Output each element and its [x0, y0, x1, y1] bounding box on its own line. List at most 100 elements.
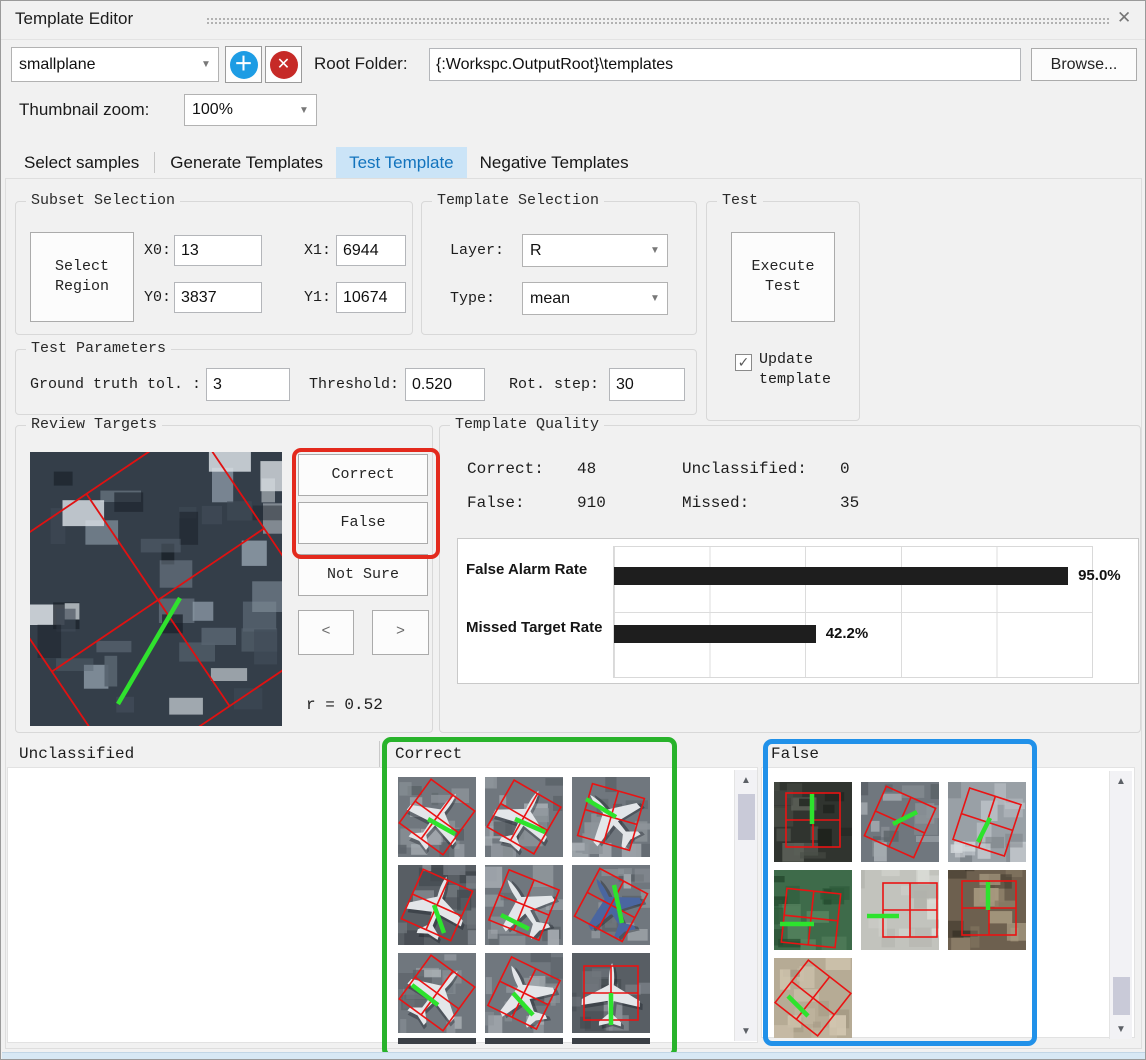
- scroll-up-icon[interactable]: ▲: [1110, 771, 1132, 791]
- classify-false-button[interactable]: False: [298, 502, 428, 544]
- delete-x-icon: ✕: [270, 51, 298, 79]
- plus-icon: ＋: [230, 51, 258, 79]
- y1-input[interactable]: [336, 282, 406, 313]
- correct-thumbnail[interactable]: [398, 865, 476, 945]
- close-icon[interactable]: ✕: [1117, 8, 1131, 28]
- false-thumbnail[interactable]: [861, 870, 939, 950]
- y0-label: Y0:: [144, 289, 171, 306]
- correct-thumbnail[interactable]: [398, 777, 476, 857]
- review-targets-group: Review Targets Correct False Not Sure < …: [15, 425, 433, 733]
- rot-step-label: Rot. step:: [509, 376, 599, 393]
- x1-input[interactable]: [336, 235, 406, 266]
- correct-thumbnail[interactable]: [398, 953, 476, 1033]
- review-targets-title: Review Targets: [26, 416, 162, 433]
- threshold-input[interactable]: [405, 368, 485, 401]
- threshold-label: Threshold:: [309, 376, 399, 393]
- tab-generate-templates[interactable]: Generate Templates: [157, 147, 336, 178]
- scrollbar-thumb[interactable]: [738, 794, 755, 840]
- correct-thumbnail[interactable]: [485, 865, 563, 945]
- correct-thumbnail[interactable]: [485, 953, 563, 1033]
- false-thumbnail[interactable]: [948, 782, 1026, 862]
- y0-input[interactable]: [174, 282, 262, 313]
- template-name-combo[interactable]: smallplane ▼: [11, 47, 219, 82]
- prev-target-button[interactable]: <: [298, 610, 354, 655]
- correct-thumbnail[interactable]: [572, 865, 650, 945]
- delete-template-button[interactable]: ✕: [265, 46, 302, 83]
- false-thumbnail[interactable]: [861, 782, 939, 862]
- layer-combo-value: R: [523, 242, 643, 260]
- template-quality-title: Template Quality: [450, 416, 604, 433]
- correct-thumbnail[interactable]: [572, 777, 650, 857]
- layer-label: Layer:: [450, 242, 504, 259]
- unclassified-correct-list: [7, 767, 758, 1043]
- next-target-button[interactable]: >: [372, 610, 429, 655]
- scroll-down-icon[interactable]: ▼: [1110, 1019, 1132, 1039]
- template-editor-window: Template Editor ✕ smallplane ▼ ＋ ✕ Root …: [0, 0, 1146, 1060]
- scrollbar-thumb[interactable]: [1113, 977, 1130, 1015]
- correct-thumbnail[interactable]: [485, 777, 563, 857]
- classify-not-sure-button[interactable]: Not Sure: [298, 554, 428, 596]
- tab-test-template[interactable]: Test Template: [336, 147, 467, 178]
- missed-count-label: Missed:: [682, 494, 749, 512]
- correct-thumbnail[interactable]: [572, 953, 650, 1033]
- chart-value-false-alarm-rate: 95.0%: [1078, 567, 1121, 585]
- subset-selection-group: Subset Selection Select Region X0: X1: Y…: [15, 201, 413, 335]
- type-combo-value: mean: [523, 290, 643, 308]
- unclassified-count-value: 0: [840, 460, 850, 478]
- review-target-image: [30, 452, 282, 726]
- correct-list-scrollbar[interactable]: ▲ ▼: [734, 770, 757, 1041]
- correct-panel-title: Correct: [395, 745, 462, 763]
- window-bottom-strip: [2, 1052, 1146, 1060]
- ground-truth-tol-label: Ground truth tol. :: [30, 376, 201, 393]
- update-template-checkbox[interactable]: ✓: [735, 354, 752, 371]
- template-selection-group: Template Selection Layer: R ▼ Type: mean…: [421, 201, 697, 335]
- chart-gridline-horizontal: [614, 612, 1092, 613]
- correct-thumbnail-partial[interactable]: [572, 1038, 650, 1044]
- false-thumbnail[interactable]: [774, 958, 852, 1038]
- select-region-button[interactable]: Select Region: [30, 232, 134, 322]
- chevron-down-icon: ▼: [643, 293, 667, 304]
- x0-input[interactable]: [174, 235, 262, 266]
- tab-negative-templates[interactable]: Negative Templates: [467, 147, 642, 178]
- test-group-title: Test: [717, 192, 763, 209]
- chart-category-missed-target-rate: Missed Target Rate: [466, 619, 602, 636]
- tab-select-samples[interactable]: Select samples: [11, 147, 152, 178]
- chevron-down-icon: ▼: [643, 245, 667, 256]
- layer-combo[interactable]: R ▼: [522, 234, 668, 267]
- type-label: Type:: [450, 290, 495, 307]
- chart-category-false-alarm-rate: False Alarm Rate: [466, 561, 587, 578]
- update-template-label: Update template: [759, 350, 831, 389]
- false-thumbnail[interactable]: [774, 870, 852, 950]
- classify-correct-button[interactable]: Correct: [298, 454, 428, 496]
- window-title: Template Editor: [15, 9, 133, 29]
- titlebar-divider: [1, 39, 1146, 40]
- root-folder-label: Root Folder:: [314, 54, 408, 74]
- scroll-down-icon[interactable]: ▼: [735, 1021, 757, 1041]
- false-thumbnail[interactable]: [948, 870, 1026, 950]
- false-list-scrollbar[interactable]: ▲ ▼: [1109, 771, 1132, 1039]
- unclassified-panel-title: Unclassified: [19, 745, 134, 763]
- browse-button[interactable]: Browse...: [1031, 48, 1137, 81]
- y1-label: Y1:: [304, 289, 331, 306]
- add-template-button[interactable]: ＋: [225, 46, 262, 83]
- false-count-value: 910: [577, 494, 606, 512]
- test-parameters-title: Test Parameters: [26, 340, 171, 357]
- correct-count-value: 48: [577, 460, 596, 478]
- chevron-down-icon: ▼: [194, 59, 218, 70]
- missed-count-value: 35: [840, 494, 859, 512]
- execute-test-button[interactable]: Execute Test: [731, 232, 835, 322]
- type-combo[interactable]: mean ▼: [522, 282, 668, 315]
- rot-step-input[interactable]: [609, 368, 685, 401]
- thumbnail-zoom-combo[interactable]: 100% ▼: [184, 94, 317, 126]
- ground-truth-tol-input[interactable]: [206, 368, 290, 401]
- false-thumbnail[interactable]: [774, 782, 852, 862]
- root-folder-input[interactable]: [429, 48, 1021, 81]
- test-parameters-group: Test Parameters Ground truth tol. : Thre…: [15, 349, 697, 415]
- correct-thumbnail-partial[interactable]: [485, 1038, 563, 1044]
- x0-label: X0:: [144, 242, 171, 259]
- chart-bar-false-alarm-rate: [614, 567, 1068, 585]
- scroll-up-icon[interactable]: ▲: [735, 770, 757, 790]
- subset-selection-title: Subset Selection: [26, 192, 180, 209]
- correct-thumbnail-partial[interactable]: [398, 1038, 476, 1044]
- template-quality-group: Template Quality Correct: 48 Unclassifie…: [439, 425, 1141, 733]
